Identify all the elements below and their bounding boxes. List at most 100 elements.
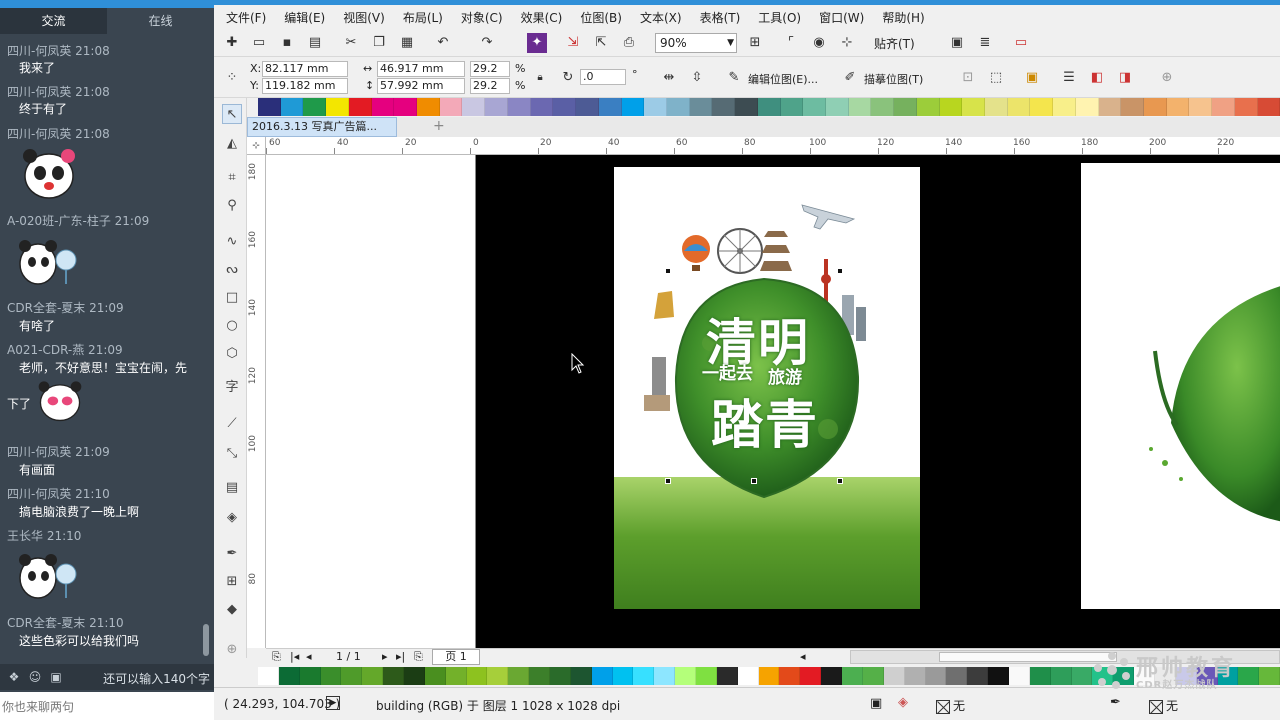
polygon-tool-icon[interactable]: ⬡ <box>222 344 242 364</box>
emoji-icon[interactable]: ☺ <box>28 670 42 684</box>
save-icon[interactable]: ▪ <box>277 33 297 53</box>
snap-to-button[interactable]: 贴齐(T) <box>874 35 915 52</box>
menu-view[interactable]: 视图(V) <box>343 9 385 26</box>
edit-bitmap-icon[interactable]: ✎ <box>724 68 744 88</box>
palette-bottom-swatch[interactable] <box>737 667 759 685</box>
palette-top-swatch[interactable] <box>1144 98 1167 116</box>
import-icon[interactable]: ⇲ <box>563 33 583 53</box>
palette-top-swatch[interactable] <box>894 98 917 116</box>
ellipse-tool-icon[interactable]: ○ <box>222 316 242 336</box>
guidelines-icon[interactable]: ⊹ <box>837 33 857 53</box>
menu-object[interactable]: 对象(C) <box>461 9 503 26</box>
drawing-canvas[interactable]: 清明 一起去 旅游 踏青 <box>266 155 1280 648</box>
vertical-ruler[interactable]: 180 160 140 120 100 80 <box>247 155 266 648</box>
new-document-icon[interactable]: ✚ <box>222 33 242 53</box>
palette-bottom-swatch[interactable] <box>696 667 717 685</box>
menu-layout[interactable]: 布局(L) <box>403 9 443 26</box>
text-tool-icon[interactable]: 字 <box>222 378 242 398</box>
palette-top-swatch[interactable] <box>371 98 395 116</box>
pick-tool-icon[interactable]: ↖ <box>222 104 242 124</box>
palette-top-swatch[interactable] <box>803 98 826 116</box>
palette-top-swatch[interactable] <box>462 98 486 116</box>
lock-ratio-icon[interactable]: 🔒︎ <box>530 68 550 88</box>
rectangle-tool-icon[interactable]: □ <box>222 288 242 308</box>
object-origin-icon[interactable]: ⁘ <box>222 68 242 88</box>
bitmap-color-mask-icon[interactable]: ▣ <box>1022 68 1042 88</box>
palette-top-swatch[interactable] <box>871 98 895 116</box>
palette-bottom-swatch[interactable] <box>278 667 300 685</box>
selection-handle[interactable] <box>837 478 843 484</box>
prev-page-icon[interactable]: ◂ <box>306 649 312 665</box>
mirror-vertical-icon[interactable]: ⇳ <box>687 68 707 88</box>
options-icon[interactable]: ▣ <box>947 33 967 53</box>
scroll-left-icon[interactable]: ◂ <box>800 649 806 665</box>
message-list[interactable]: 四川-何凤英 21:08 我来了 四川-何凤英 21:08 终于有了 四川-何凤… <box>0 36 214 660</box>
rotation-angle-field[interactable]: .0 <box>580 69 626 85</box>
menu-edit[interactable]: 编辑(E) <box>284 9 325 26</box>
next-page-icon[interactable]: ▸ <box>382 649 388 665</box>
palette-bottom-swatch[interactable] <box>320 667 342 685</box>
palette-bottom-swatch[interactable] <box>383 667 405 685</box>
page-tab[interactable]: 页 1 <box>432 649 480 665</box>
palette-top-swatch[interactable] <box>1098 98 1122 116</box>
gift-icon[interactable]: ❖ <box>7 670 21 684</box>
x-position-field[interactable]: 82.117 mm <box>262 61 348 77</box>
palette-top-swatch[interactable] <box>507 98 531 116</box>
y-position-field[interactable]: 119.182 mm <box>262 78 348 94</box>
palette-bottom-swatch[interactable] <box>716 667 738 685</box>
rotate-icon[interactable]: ↻ <box>558 68 578 88</box>
drop-shadow-icon[interactable]: ▤ <box>222 478 242 498</box>
palette-bottom-swatch[interactable] <box>612 667 634 685</box>
palette-top-swatch[interactable] <box>985 98 1008 116</box>
tab-chat[interactable]: 交流 <box>0 8 107 34</box>
palette-bottom-swatch[interactable] <box>550 667 571 685</box>
palette-top-swatch[interactable] <box>757 98 781 116</box>
palette-bottom-swatch[interactable] <box>883 667 905 685</box>
menu-help[interactable]: 帮助(H) <box>882 9 924 26</box>
palette-top-swatch[interactable] <box>348 98 372 116</box>
full-screen-icon[interactable]: ⊞ <box>745 33 765 53</box>
palette-bottom-swatch[interactable] <box>925 667 947 685</box>
palette-top-swatch[interactable] <box>916 98 940 116</box>
add-tool-icon[interactable]: ⊕ <box>222 640 242 660</box>
palette-top-swatch[interactable] <box>280 98 304 116</box>
interactive-fill-icon[interactable]: ⊞ <box>222 572 242 592</box>
palette-top-swatch[interactable] <box>576 98 599 116</box>
chat-input[interactable]: 你也来聊两句 <box>0 692 214 720</box>
eyedropper-tool-icon[interactable]: ✒ <box>222 544 242 564</box>
menu-file[interactable]: 文件(F) <box>226 9 266 26</box>
menu-effects[interactable]: 效果(C) <box>521 9 563 26</box>
menu-window[interactable]: 窗口(W) <box>819 9 864 26</box>
palette-top-swatch[interactable] <box>848 98 872 116</box>
redo-icon[interactable]: ↷ <box>477 33 497 53</box>
print-icon[interactable]: ▤ <box>305 33 325 53</box>
palette-bottom-swatch[interactable] <box>570 667 592 685</box>
palette-bottom-swatch[interactable] <box>821 667 843 685</box>
mirror-horizontal-icon[interactable]: ⇹ <box>659 68 679 88</box>
add-tab-icon[interactable]: + <box>433 118 445 134</box>
palette-top-swatch[interactable] <box>598 98 622 116</box>
menu-table[interactable]: 表格(T) <box>700 9 741 26</box>
palette-top-swatch[interactable] <box>1075 98 1099 116</box>
rulers-icon[interactable]: ⌜ <box>781 33 801 53</box>
palette-bottom-swatch[interactable] <box>1050 667 1072 685</box>
to-back-icon[interactable]: ◨ <box>1115 68 1135 88</box>
copy-icon[interactable]: ❐ <box>369 33 389 53</box>
palette-top-swatch[interactable] <box>689 98 713 116</box>
palette-top-swatch[interactable] <box>1121 98 1145 116</box>
palette-top-swatch[interactable] <box>1212 98 1235 116</box>
fill-bucket-icon[interactable]: ◈ <box>898 695 908 710</box>
selection-handle[interactable] <box>837 268 843 274</box>
palette-bottom-swatch[interactable] <box>675 667 697 685</box>
second-poster[interactable] <box>1081 163 1280 609</box>
scale-width-field[interactable]: 29.2 <box>470 61 510 77</box>
palette-top-swatch[interactable] <box>644 98 667 116</box>
palette-bottom-swatch[interactable] <box>842 667 863 685</box>
width-field[interactable]: 46.917 mm <box>377 61 465 77</box>
palette-top-swatch[interactable] <box>735 98 758 116</box>
palette-top-swatch[interactable] <box>258 98 281 116</box>
zoom-tool-icon[interactable]: ⚲ <box>222 196 242 216</box>
chat-scrollbar[interactable] <box>203 624 209 656</box>
palette-bottom-swatch[interactable] <box>779 667 801 685</box>
page-options-icon[interactable]: ⎘ <box>272 649 281 665</box>
